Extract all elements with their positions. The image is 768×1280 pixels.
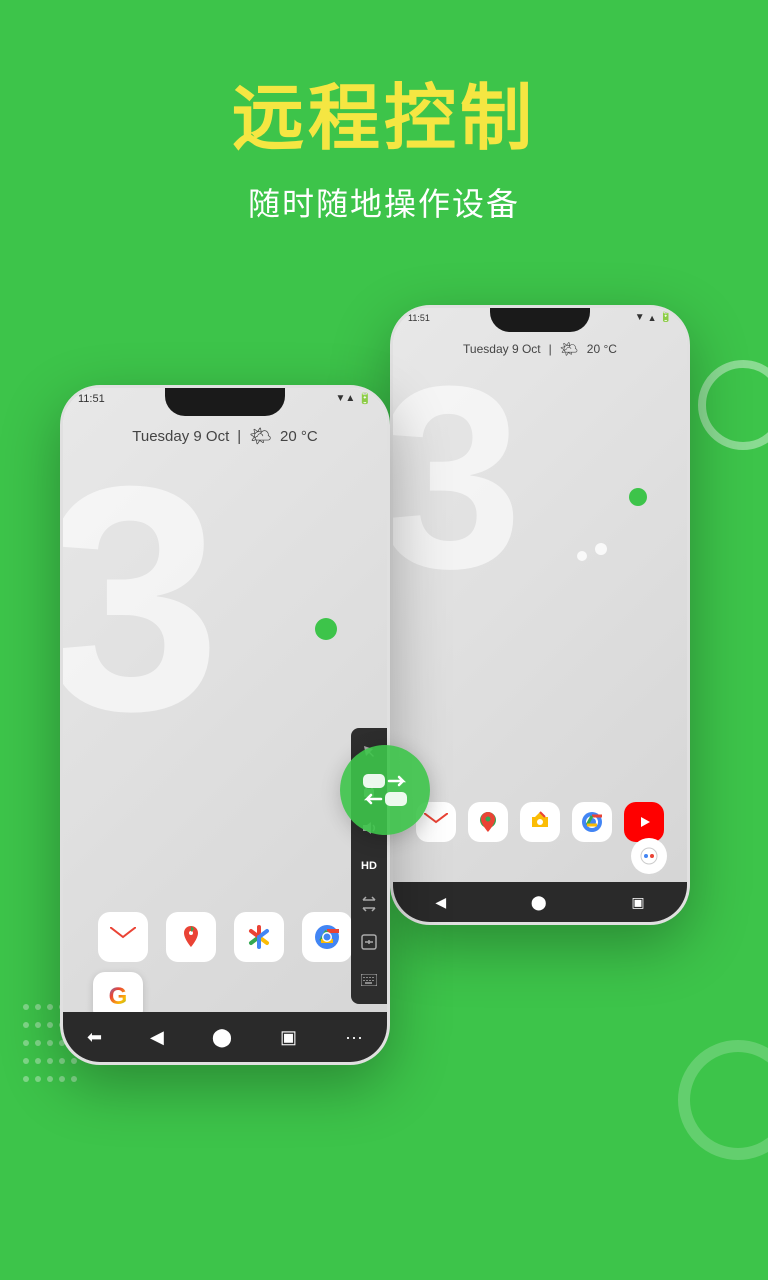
app-icon-gmail-front xyxy=(98,912,148,962)
app-icon-photos-front xyxy=(234,912,284,962)
phone-back: 11:51 ▼ ▲ 🔋 Tuesday 9 Oct | 🌤 20 °C 3 xyxy=(390,305,690,925)
nav-home: ⬤ xyxy=(531,894,547,911)
battery-icon: 🔋 xyxy=(660,312,672,323)
app-icon-maps-front xyxy=(166,912,216,962)
phone-front-temperature: 20 °C xyxy=(280,428,318,445)
toolbar-hd[interactable]: HD xyxy=(351,848,387,884)
wifi-icon: ▲ xyxy=(648,313,657,323)
nav-front-more: ··· xyxy=(345,1027,363,1048)
transfer-circle xyxy=(340,745,430,835)
header-section: 远程控制 随时随地操作设备 xyxy=(0,0,768,255)
toolbar-keyboard[interactable] xyxy=(351,962,387,998)
transfer-icon-wrapper xyxy=(340,745,430,835)
white-dot-2 xyxy=(577,551,587,561)
assistant-icon-back xyxy=(631,838,667,874)
nav-recent: ▣ xyxy=(631,894,644,911)
nav-front-home: ⬤ xyxy=(212,1027,232,1048)
app-icon-chrome-back xyxy=(572,802,612,842)
phone-front-time: 11:51 xyxy=(78,393,105,405)
white-dot-1 xyxy=(595,543,607,555)
phone-front-signal: ▼▲ xyxy=(336,393,356,404)
phone-back-weather-icon: 🌤 xyxy=(560,340,579,358)
nav-back: ◀ xyxy=(435,894,446,911)
nav-front-back: ⬅ xyxy=(87,1027,102,1048)
phone-back-status-right: ▼ ▲ 🔋 xyxy=(635,312,672,323)
phone-back-app-icons xyxy=(393,802,687,842)
nav-front-recent: ▣ xyxy=(280,1027,297,1048)
phone-front-notch xyxy=(165,388,285,416)
page-title: 远程控制 xyxy=(0,80,768,159)
signal-icon: ▼ xyxy=(635,312,645,323)
app-icon-photos-back xyxy=(520,802,560,842)
app-icon-maps-back xyxy=(468,802,508,842)
phone-back-time: 11:51 xyxy=(408,313,430,323)
toolbar-transfer[interactable] xyxy=(351,886,387,922)
phone-back-screen: 11:51 ▼ ▲ 🔋 Tuesday 9 Oct | 🌤 20 °C 3 xyxy=(393,308,687,922)
phone-front-status-right: ▼▲ 🔋 xyxy=(336,392,373,405)
phone-back-watermark: 3 xyxy=(390,348,523,608)
phone-front-date-weather: Tuesday 9 Oct | 🌤 20 °C xyxy=(63,426,387,447)
phone-front-app-icons xyxy=(63,912,387,962)
phone-front-date: Tuesday 9 Oct xyxy=(132,428,229,445)
phone-front-watermark: 3 xyxy=(60,438,221,758)
transfer-arrows-icon xyxy=(359,770,411,810)
phone-back-date-weather: Tuesday 9 Oct | 🌤 20 °C xyxy=(393,340,687,358)
phone-back-temperature: 20 °C xyxy=(587,342,617,356)
phone-back-notch xyxy=(490,308,590,332)
toolbar-settings[interactable] xyxy=(351,924,387,960)
phone-back-nav-bar: ◀ ⬤ ▣ xyxy=(393,882,687,922)
phone-back-date: Tuesday 9 Oct xyxy=(463,342,541,356)
page-subtitle: 随时随地操作设备 xyxy=(0,179,768,225)
phones-container: 11:51 ▼ ▲ 🔋 Tuesday 9 Oct | 🌤 20 °C 3 xyxy=(0,265,768,1115)
app-icon-chrome-front xyxy=(302,912,352,962)
phone-front-nav-bar: ⬅ ◀ ⬤ ▣ ··· xyxy=(63,1012,387,1062)
phone-front-weather-icon: 🌤 xyxy=(249,426,272,447)
green-dot-front xyxy=(315,618,337,640)
phone-front-battery: 🔋 xyxy=(358,392,372,405)
nav-front-home-arrow: ◀ xyxy=(150,1027,164,1048)
phone-front: 11:51 ▼▲ 🔋 Tuesday 9 Oct | 🌤 20 °C 3 xyxy=(60,385,390,1065)
green-dot-back xyxy=(629,488,647,506)
google-letter: G xyxy=(109,983,128,1011)
app-icon-youtube-back xyxy=(624,802,664,842)
phone-front-screen: 11:51 ▼▲ 🔋 Tuesday 9 Oct | 🌤 20 °C 3 xyxy=(63,388,387,1062)
